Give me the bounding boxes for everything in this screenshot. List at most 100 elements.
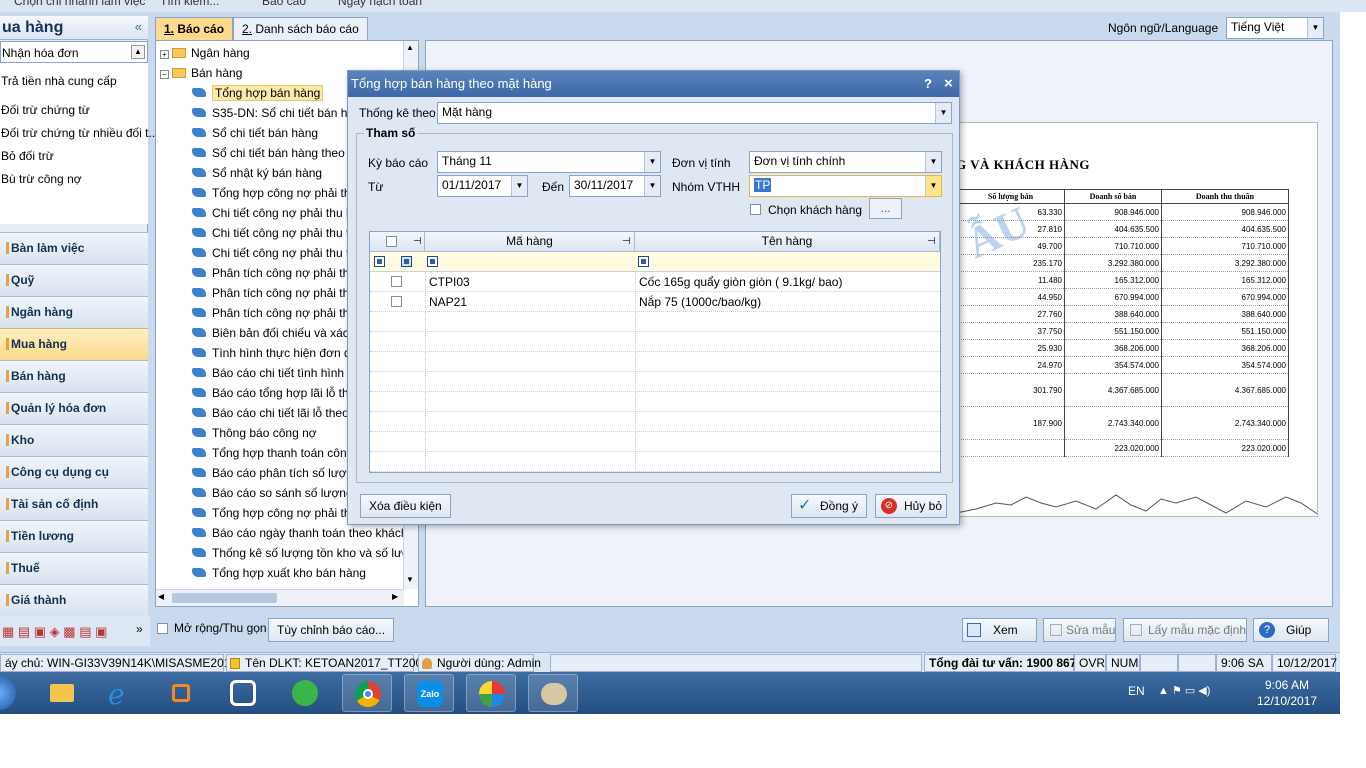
report-item[interactable]: Sổ nhật ký bán hàng xyxy=(192,166,322,180)
ok-button[interactable]: ✓ Đồng ý xyxy=(791,494,867,518)
table-row[interactable]: CTPI03 Cốc 165g quẩy giòn giòn ( 9.1kg/ b… xyxy=(370,272,940,292)
chon-kh-button[interactable]: ... xyxy=(869,198,902,219)
row-checkbox[interactable] xyxy=(391,276,402,287)
nav-item[interactable]: Giá thành xyxy=(0,584,148,616)
branch-select-link[interactable]: Chọn chi nhánh làm việc xyxy=(14,0,145,8)
report-item[interactable]: Tổng hợp bán hàng xyxy=(192,85,324,101)
close-icon[interactable]: × xyxy=(944,71,953,97)
scroll-up-icon[interactable]: ▲ xyxy=(131,45,145,59)
tab-bao-cao[interactable]: 1. Báo cáo xyxy=(155,17,234,41)
scroll-down-icon[interactable]: ▼ xyxy=(406,575,414,584)
misa-icon[interactable] xyxy=(466,674,516,712)
report-item[interactable]: S35-DN: Sổ chi tiết bán hàng xyxy=(192,106,367,120)
nav-item[interactable]: Bán hàng xyxy=(0,360,148,392)
func-item[interactable]: Bù trừ công nợ xyxy=(0,168,148,190)
collapse-icon[interactable]: « xyxy=(135,19,142,34)
edit-template-button[interactable]: Sửa mẫu xyxy=(1043,618,1116,642)
tree-folder-ngan-hang[interactable]: + Ngân hàng xyxy=(160,46,250,60)
report-link[interactable]: Báo cáo xyxy=(262,0,306,8)
filter-icon[interactable] xyxy=(638,256,649,267)
nav-item[interactable]: Quản lý hóa đơn xyxy=(0,392,148,424)
filter-icon[interactable] xyxy=(427,256,438,267)
col-ten-hang[interactable]: Tên hàng ⊣ xyxy=(635,232,940,252)
tree-hscroll[interactable]: ◀ ▶ xyxy=(156,589,404,606)
posting-date-link[interactable]: Ngày hạch toán xyxy=(338,0,422,8)
scroll-left-icon[interactable]: ◀ xyxy=(158,592,164,601)
func-item[interactable]: Bỏ đối trừ xyxy=(0,145,148,167)
func-item[interactable]: Trả tiền nhà cung cấp xyxy=(0,70,148,92)
zalo-icon[interactable]: Zalo xyxy=(404,674,454,712)
calendar-icon[interactable]: ▼ xyxy=(511,176,527,196)
report-item[interactable]: Chi tiết công nợ phải thu khá xyxy=(192,206,365,220)
module-icons[interactable]: ▦ ▤ ▣ ◈ ▩ ▤ ▣ xyxy=(2,624,107,640)
report-item[interactable]: Báo cáo chi tiết lãi lỗ theo đ xyxy=(192,406,359,420)
language-select[interactable]: Tiếng Việt ▼ xyxy=(1226,17,1324,39)
report-item[interactable]: Tổng hợp thanh toán công n xyxy=(192,446,363,460)
thong-ke-select[interactable]: Mặt hàng ▼ xyxy=(437,102,952,124)
nav-item[interactable]: Tiền lương xyxy=(0,520,148,552)
func-item[interactable]: Đối trừ chứng từ xyxy=(0,99,148,121)
report-item[interactable]: Sổ chi tiết bán hàng xyxy=(192,126,318,140)
nav-item[interactable]: Công cụ dụng cụ xyxy=(0,456,148,488)
filter-icon[interactable] xyxy=(401,256,412,267)
report-item[interactable]: Báo cáo ngày thanh toán theo khách xyxy=(192,526,408,540)
cancel-button[interactable]: ⊘ Hủy bỏ xyxy=(875,494,947,518)
report-item[interactable]: Chi tiết công nợ phải thu the xyxy=(192,226,363,240)
ie-icon[interactable]: e xyxy=(96,674,146,712)
report-item[interactable]: Tổng hợp công nợ phải thu k xyxy=(192,186,367,200)
pin-icon[interactable]: ⊣ xyxy=(413,232,422,251)
calendar-icon[interactable]: ▼ xyxy=(644,176,660,196)
scroll-right-icon[interactable]: ▶ xyxy=(392,592,398,601)
report-item[interactable]: Báo cáo phân tích số lượng xyxy=(192,466,360,480)
start-button[interactable] xyxy=(0,676,16,710)
ky-bao-cao-select[interactable]: Tháng 11 ▼ xyxy=(437,151,661,173)
select-all-checkbox[interactable] xyxy=(386,236,397,247)
nav-item[interactable]: Bàn làm việc xyxy=(0,232,148,264)
clock-date[interactable]: 12/10/2017 xyxy=(1257,694,1317,708)
tu-date-input[interactable]: 01/11/2017 ▼ xyxy=(437,175,528,197)
nhom-select[interactable]: TP ▼ xyxy=(749,175,942,197)
nav-item[interactable]: Mua hàng xyxy=(0,328,148,360)
help-button[interactable]: ? Giúp xyxy=(1253,618,1329,642)
pin-icon[interactable]: ⊣ xyxy=(622,232,631,251)
lang-indicator[interactable]: EN xyxy=(1128,684,1145,698)
don-vi-select[interactable]: Đơn vị tính chính ▼ xyxy=(749,151,942,173)
app-icon[interactable] xyxy=(218,674,268,712)
report-item[interactable]: Chi tiết công nợ phải thu the xyxy=(192,246,363,260)
tree-folder-ban-hang[interactable]: − Bán hàng xyxy=(160,66,242,80)
paint-app-icon[interactable] xyxy=(528,674,578,712)
chevron-down-icon[interactable]: ▼ xyxy=(935,103,951,123)
report-item[interactable]: Thống kê số lượng tồn kho và số lượn xyxy=(192,546,417,560)
chevron-down-icon[interactable]: ▼ xyxy=(925,152,941,172)
explorer-icon[interactable] xyxy=(36,674,86,712)
help-icon[interactable]: ? xyxy=(924,71,932,97)
report-item[interactable]: Tổng hợp xuất kho bán hàng xyxy=(192,566,366,580)
scroll-up-icon[interactable]: ▲ xyxy=(406,43,414,52)
expand-icon[interactable]: + xyxy=(160,50,169,59)
clear-conditions-button[interactable]: Xóa điều kiện xyxy=(360,494,451,518)
report-item[interactable]: Tình hình thực hiện đơn đặt xyxy=(192,346,361,360)
den-date-input[interactable]: 30/11/2017 ▼ xyxy=(569,175,661,197)
chon-kh-checkbox[interactable] xyxy=(750,204,761,215)
default-template-button[interactable]: Lấy mẫu mặc định xyxy=(1123,618,1247,642)
clock-time[interactable]: 9:06 AM xyxy=(1265,678,1309,692)
select-all-header[interactable]: ⊣ xyxy=(370,232,425,252)
report-item[interactable]: Tổng hợp công nợ phải thu t xyxy=(192,506,364,520)
col-ma-hang[interactable]: Mã hàng ⊣ xyxy=(425,232,635,252)
paint-icon[interactable] xyxy=(280,674,330,712)
chevron-down-icon[interactable]: ▼ xyxy=(1307,18,1323,38)
chevron-down-icon[interactable]: ▼ xyxy=(925,176,941,196)
report-item[interactable]: Phân tích công nợ phải thu t xyxy=(192,286,363,300)
report-item[interactable]: Báo cáo tổng hợp lãi lỗ theo xyxy=(192,386,362,400)
media-icon[interactable] xyxy=(156,674,206,712)
report-item[interactable]: Thông báo công nợ xyxy=(192,426,317,440)
nav-item[interactable]: Thuế xyxy=(0,552,148,584)
report-item[interactable]: Sổ chi tiết bán hàng theo mã xyxy=(192,146,365,160)
search-link[interactable]: Tìm kiếm... xyxy=(160,0,219,8)
expand-checkbox[interactable] xyxy=(157,623,168,634)
tray-icons[interactable]: ▲ ⚑ ▭ ◀) xyxy=(1158,684,1210,697)
func-item[interactable]: Nhận hóa đơn xyxy=(0,41,148,63)
pin-icon[interactable]: ⊣ xyxy=(927,232,936,251)
nav-item[interactable]: Ngân hàng xyxy=(0,296,148,328)
report-item[interactable]: Phân tích công nợ phải thu t xyxy=(192,266,363,280)
